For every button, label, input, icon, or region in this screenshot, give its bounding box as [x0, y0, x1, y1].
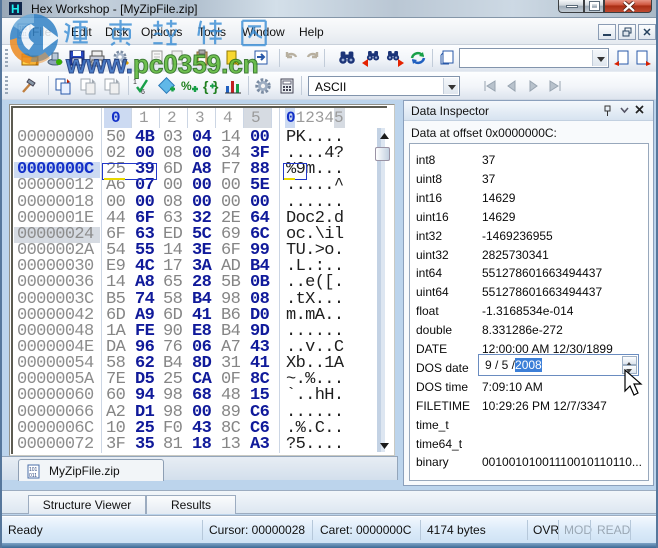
- svg-text:011: 011: [29, 473, 37, 479]
- svg-text:1: 1: [133, 79, 137, 86]
- svg-text:{: {: [203, 78, 209, 94]
- svg-text:%: %: [181, 79, 192, 93]
